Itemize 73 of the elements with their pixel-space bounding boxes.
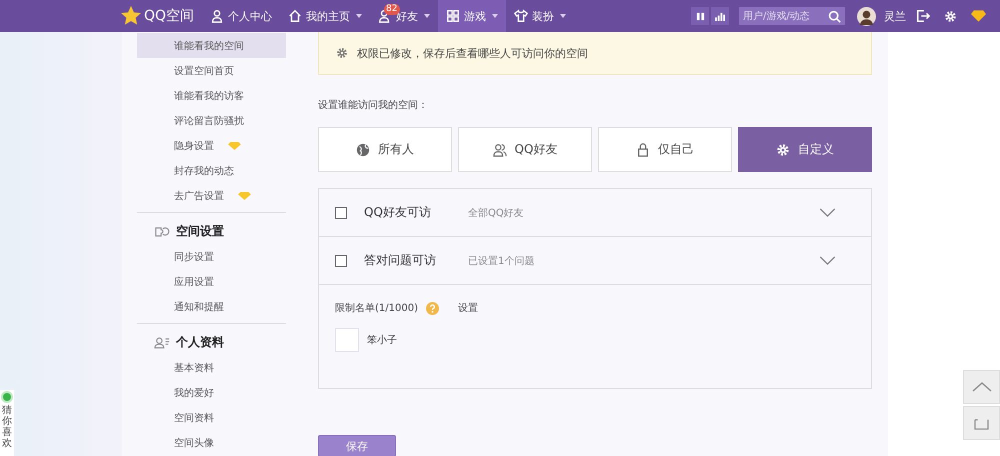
home-icon [288, 9, 302, 23]
prompt-text: 设置谁能访问我的空间： [318, 98, 429, 112]
sidebar-item[interactable]: 谁能看我的空间 [137, 33, 286, 58]
nav-tab[interactable]: 我的主页 [280, 0, 370, 32]
nav-tab[interactable]: 装扮 [506, 0, 574, 32]
sidebar-item[interactable]: 通知和提醒 [137, 294, 286, 319]
notice-text: 权限已修改，保存后查看哪些人可访问你的空间 [357, 46, 588, 60]
caret-icon [492, 14, 498, 18]
section-title: 个人资料 [176, 334, 224, 350]
status-dot [3, 393, 11, 401]
person-icon [210, 9, 224, 23]
checkbox[interactable] [335, 254, 347, 266]
sidebar-item[interactable]: 同步设置 [137, 244, 286, 269]
diamond-icon[interactable] [971, 10, 986, 22]
sidebar-item[interactable]: 我的爱好 [137, 380, 286, 405]
logo[interactable]: QQ空间 [120, 5, 194, 27]
avatar-placeholder [335, 328, 359, 352]
restrict-label: 限制名单(1/1000) [335, 302, 418, 315]
gear-icon [776, 142, 790, 156]
caret-icon [560, 14, 566, 18]
caret-icon [356, 14, 362, 18]
sidebar-item[interactable]: 应用设置 [137, 269, 286, 294]
sidebar-item[interactable]: 设置空间首页 [137, 58, 286, 83]
sidebar-item[interactable]: 封存我的动态 [137, 158, 286, 183]
rule-detail: 已设置1个问题 [468, 254, 536, 268]
rule-label: 答对问题可访 [364, 252, 437, 269]
user-name[interactable]: 灵兰 [884, 8, 906, 24]
visibility-option[interactable]: 自定义 [738, 127, 872, 172]
puzzle-icon [154, 224, 170, 238]
chevron-icon[interactable] [819, 256, 836, 265]
rule-label: QQ好友可访 [364, 204, 432, 221]
pause-icon [696, 12, 704, 20]
caret-icon [424, 14, 430, 18]
avatar[interactable] [857, 6, 876, 26]
grid-icon [446, 9, 460, 23]
member-name: 笨小子 [367, 334, 397, 347]
logout-icon[interactable] [916, 9, 930, 23]
visibility-option[interactable]: QQ好友 [458, 127, 592, 172]
sidebar-item[interactable]: 谁能看我的访客 [137, 83, 286, 108]
pause-button[interactable] [691, 7, 709, 25]
feedback-button[interactable] [963, 406, 1000, 440]
nav-tab[interactable]: 游戏 [438, 0, 506, 32]
frame-icon [974, 416, 989, 430]
lock-icon [636, 142, 650, 156]
sidebar-item[interactable]: 基本资料 [137, 355, 286, 380]
sidebar-item[interactable]: 评论留言防骚扰 [137, 108, 286, 133]
gear-icon [336, 47, 348, 59]
section-title: 空间设置 [176, 222, 224, 240]
friends-icon [492, 142, 507, 156]
visibility-option[interactable]: 所有人 [318, 127, 452, 172]
diamond-icon [238, 192, 251, 200]
search-icon [828, 10, 841, 22]
star-icon [120, 5, 142, 27]
bar-chart-icon [714, 12, 726, 20]
profile-icon [154, 336, 170, 348]
visibility-option[interactable]: 仅自己 [598, 127, 732, 172]
chevron-up-icon [972, 382, 992, 392]
stats-button[interactable] [711, 7, 729, 25]
nav-tab[interactable]: 个人中心 [202, 0, 280, 32]
sidebar-item[interactable]: 去广告设置 [137, 183, 286, 208]
sidebar-item[interactable]: 空间头像 [137, 430, 286, 455]
globe-icon [356, 142, 370, 156]
diamond-icon [228, 142, 241, 150]
count-badge: 82 [384, 4, 400, 15]
sidebar-item[interactable]: 空间资料 [137, 405, 286, 430]
shirt-icon [514, 9, 528, 23]
rule-detail: 全部QQ好友 [468, 206, 525, 220]
side-widget[interactable]: 猜你喜欢 [0, 390, 14, 456]
settings-link[interactable]: 设置 [458, 301, 478, 315]
settings-icon[interactable] [944, 10, 957, 22]
chevron-icon[interactable] [819, 208, 836, 217]
checkbox[interactable] [335, 206, 347, 218]
sidebar-item[interactable]: 隐身设置 [137, 133, 286, 158]
